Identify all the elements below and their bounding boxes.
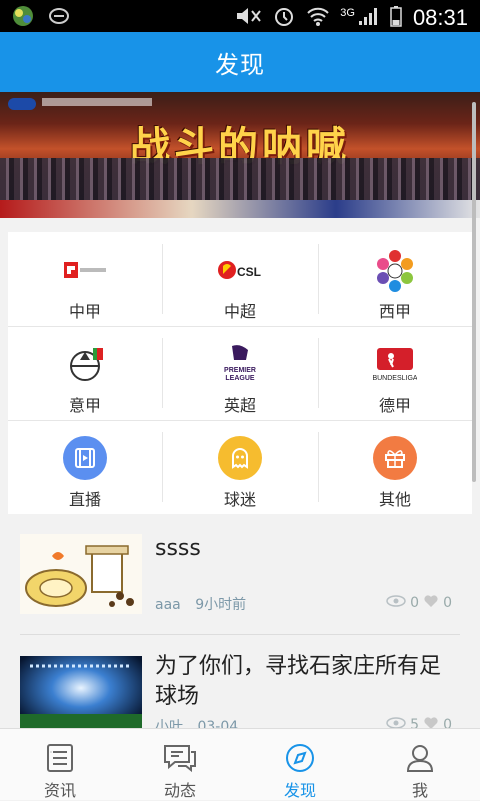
person-icon xyxy=(405,741,435,775)
eye-icon xyxy=(386,716,406,728)
news-time: 03-04 xyxy=(197,719,239,728)
likes-count: 0 xyxy=(443,717,452,728)
category-label: 球迷 xyxy=(223,490,256,509)
category-label: 中超 xyxy=(223,302,256,321)
news-item[interactable]: 为了你们，寻找石家庄所有足球场 小叶 03-04 5 0 xyxy=(0,650,480,728)
tab-label: 资讯 xyxy=(43,781,76,800)
news-list-icon xyxy=(45,741,75,775)
news-title: ssss xyxy=(155,536,201,561)
csl-logo-icon: CSL xyxy=(210,248,270,292)
news-stats: 5 0 xyxy=(386,716,452,728)
category-csl[interactable]: CSL 中超 xyxy=(163,232,317,326)
category-label: 中甲 xyxy=(68,302,101,321)
category-label: 德甲 xyxy=(378,396,411,415)
mute-icon xyxy=(234,5,262,31)
tab-feed[interactable]: 动态 xyxy=(120,729,240,801)
news-thumbnail xyxy=(20,534,142,614)
news-thumbnail xyxy=(20,656,142,728)
category-la-liga[interactable]: 西甲 xyxy=(318,232,472,326)
svg-text:PREMIER: PREMIER xyxy=(224,367,256,374)
discover-content[interactable]: 战斗的呐喊 中甲 CSL 中超 西甲 意甲 PREMIER LEAGUE 英超 … xyxy=(0,92,480,728)
news-meta: aaa 9小时前 xyxy=(155,594,246,614)
category-serie-a[interactable]: 意甲 xyxy=(8,326,162,420)
eye-icon xyxy=(386,594,406,612)
category-premier-league[interactable]: PREMIER LEAGUE 英超 xyxy=(163,326,317,420)
promo-banner[interactable]: 战斗的呐喊 xyxy=(0,92,480,218)
category-china-league-one[interactable]: 中甲 xyxy=(8,232,162,326)
gift-icon xyxy=(373,436,417,480)
news-item[interactable]: ssss aaa 9小时前 0 0 xyxy=(0,528,480,650)
banner-logo-text xyxy=(42,98,152,106)
signal-icon xyxy=(357,5,379,31)
views-count: 0 xyxy=(410,595,420,611)
category-label: 西甲 xyxy=(378,302,411,321)
page-title: 发现 xyxy=(215,50,265,79)
serie-a-logo-icon xyxy=(55,342,115,386)
compass-icon xyxy=(284,741,316,775)
chat-bubble-icon xyxy=(163,741,197,775)
category-fans[interactable]: 球迷 xyxy=(163,420,317,514)
heart-icon xyxy=(423,594,439,612)
news-author: aaa xyxy=(155,597,181,613)
news-author: 小叶 xyxy=(155,719,183,728)
tab-discover[interactable]: 发现 xyxy=(240,729,360,801)
news-meta: 小叶 03-04 xyxy=(155,716,238,728)
category-label: 意甲 xyxy=(68,396,101,415)
banner-logo xyxy=(8,98,36,110)
likes-count: 0 xyxy=(443,595,452,611)
la-liga-logo-icon xyxy=(365,248,425,292)
views-count: 5 xyxy=(410,717,420,728)
clock: 08:31 xyxy=(412,5,468,30)
alarm-icon xyxy=(272,4,296,32)
network-label: 3G xyxy=(340,7,355,19)
svg-text:BUNDESLIGA: BUNDESLIGA xyxy=(373,375,417,382)
battery-icon xyxy=(389,5,403,31)
category-other[interactable]: 其他 xyxy=(318,420,472,514)
category-grid: 中甲 CSL 中超 西甲 意甲 PREMIER LEAGUE 英超 BUNDES… xyxy=(8,232,472,514)
app-notification-icon xyxy=(10,5,36,31)
category-live[interactable]: 直播 xyxy=(8,420,162,514)
tab-news[interactable]: 资讯 xyxy=(0,729,120,801)
news-time: 9小时前 xyxy=(195,597,247,613)
category-label: 英超 xyxy=(223,396,256,415)
wifi-icon xyxy=(306,5,330,31)
app-bar: 发现 xyxy=(0,32,480,92)
tab-label: 动态 xyxy=(163,781,196,800)
premier-league-logo-icon: PREMIER LEAGUE xyxy=(210,342,270,386)
message-notification-icon xyxy=(48,5,70,31)
svg-text:LEAGUE: LEAGUE xyxy=(225,375,255,382)
bundesliga-logo-icon: BUNDESLIGA xyxy=(365,342,425,386)
banner-flag-strip xyxy=(0,200,480,218)
bottom-tab-bar: 资讯 动态 发现 我 xyxy=(0,728,480,800)
tab-label: 我 xyxy=(411,781,428,800)
ghost-icon xyxy=(218,436,262,480)
news-title: 为了你们，寻找石家庄所有足球场 xyxy=(155,654,442,709)
news-stats: 0 0 xyxy=(386,594,452,612)
china-league-one-logo-icon xyxy=(55,248,115,292)
category-label: 直播 xyxy=(68,490,101,509)
category-label: 其他 xyxy=(378,490,411,509)
film-icon xyxy=(63,436,107,480)
category-bundesliga[interactable]: BUNDESLIGA 德甲 xyxy=(318,326,472,420)
divider xyxy=(20,634,460,635)
status-bar: 3G 08:31 xyxy=(0,0,480,32)
tab-label: 发现 xyxy=(283,781,316,800)
scrollbar[interactable] xyxy=(472,102,476,482)
svg-text:CSL: CSL xyxy=(237,265,261,279)
heart-icon xyxy=(423,716,439,728)
tab-me[interactable]: 我 xyxy=(360,729,480,801)
